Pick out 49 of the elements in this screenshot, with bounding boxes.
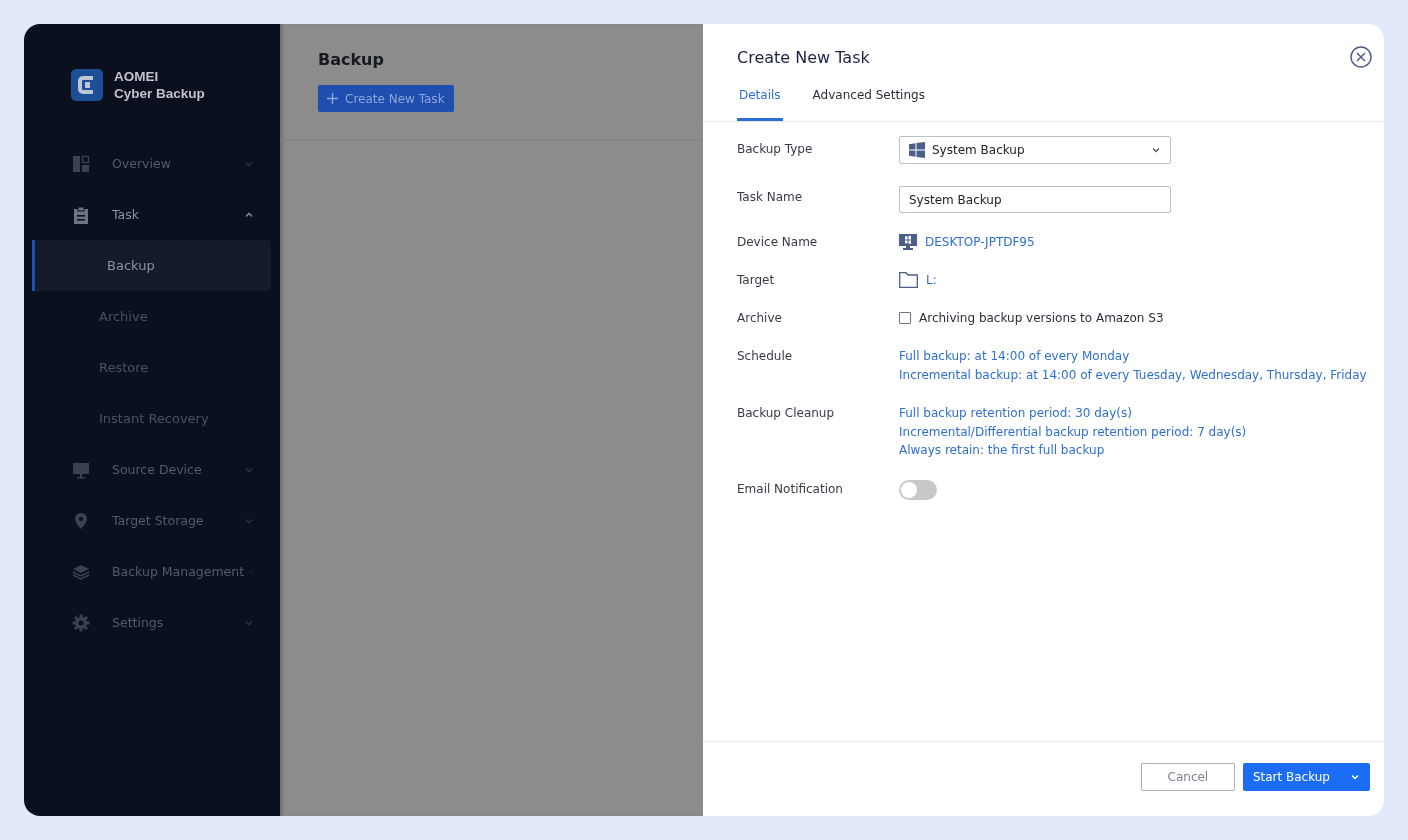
backup-type-dropdown[interactable]: System Backup xyxy=(899,136,1171,164)
sidebar-item[interactable]: Source Device xyxy=(24,444,280,495)
app-name: AOMEI Cyber Backup xyxy=(114,68,205,102)
start-backup-button[interactable]: Start Backup xyxy=(1242,763,1370,791)
sidebar-subitem[interactable]: Backup xyxy=(32,240,271,291)
clipboard-icon xyxy=(72,205,90,224)
layers-icon xyxy=(72,562,90,581)
device-name-link[interactable]: DESKTOP-JPTDF95 xyxy=(925,233,1035,251)
setting-link[interactable]: Full backup retention period: 30 day(s) xyxy=(899,404,1247,423)
tab[interactable]: Advanced Settings xyxy=(810,88,927,121)
field-label: Archive xyxy=(737,310,783,327)
sidebar-item[interactable]: Backup Management xyxy=(24,546,280,597)
create-task-button[interactable]: Create New Task xyxy=(318,85,454,112)
chevron-down-icon xyxy=(1151,145,1161,155)
sidebar-item[interactable]: Settings xyxy=(24,597,280,648)
field-label: Task Name xyxy=(737,189,804,206)
task-name-field[interactable]: System Backup xyxy=(899,186,1171,213)
sidebar-item[interactable]: Target Storage xyxy=(24,495,280,546)
setting-link[interactable]: Incremental/Differential backup retention period: 7 day(s) xyxy=(899,422,1247,441)
sidebar-item[interactable]: Overview xyxy=(24,138,280,189)
setting-link[interactable]: Incremental backup: at 14:00 of every Tuesday, Wednesday, Thursday, Friday xyxy=(899,365,1367,384)
toggle-switch[interactable] xyxy=(899,479,937,500)
folder-icon xyxy=(899,272,918,288)
setting-link[interactable]: Full backup: at 14:00 of every Monday xyxy=(899,347,1367,366)
chevron-down-icon xyxy=(1350,772,1360,782)
sidebar-item[interactable]: Task xyxy=(24,189,280,240)
close-icon[interactable] xyxy=(1350,46,1372,68)
target-link[interactable]: L: xyxy=(926,271,937,289)
setting-link[interactable]: Always retain: the first full backup xyxy=(899,441,1247,460)
field-label: Backup Type xyxy=(737,141,814,158)
settings-icon xyxy=(72,613,90,632)
field-label: Schedule xyxy=(737,348,794,365)
logo-icon xyxy=(71,69,103,101)
tab[interactable]: Details xyxy=(737,88,783,121)
plus-icon xyxy=(327,93,338,104)
field-label: Email Notification xyxy=(737,480,844,498)
drawer-title: Create New Task xyxy=(737,48,870,68)
checkbox-label: Archiving backup versions to Amazon S3 xyxy=(919,310,1164,327)
dashboard-icon xyxy=(72,154,90,173)
page-title: Backup xyxy=(318,50,385,69)
location-pin-icon xyxy=(72,511,90,530)
windows-logo-icon xyxy=(909,142,925,158)
checkbox[interactable] xyxy=(899,312,911,324)
field-label: Device Name xyxy=(737,234,819,251)
computer-icon xyxy=(899,234,917,250)
cancel-button[interactable]: Cancel xyxy=(1140,763,1235,791)
field-label: Target xyxy=(737,272,776,289)
field-label: Backup Cleanup xyxy=(737,405,836,422)
monitor-icon xyxy=(72,460,90,479)
